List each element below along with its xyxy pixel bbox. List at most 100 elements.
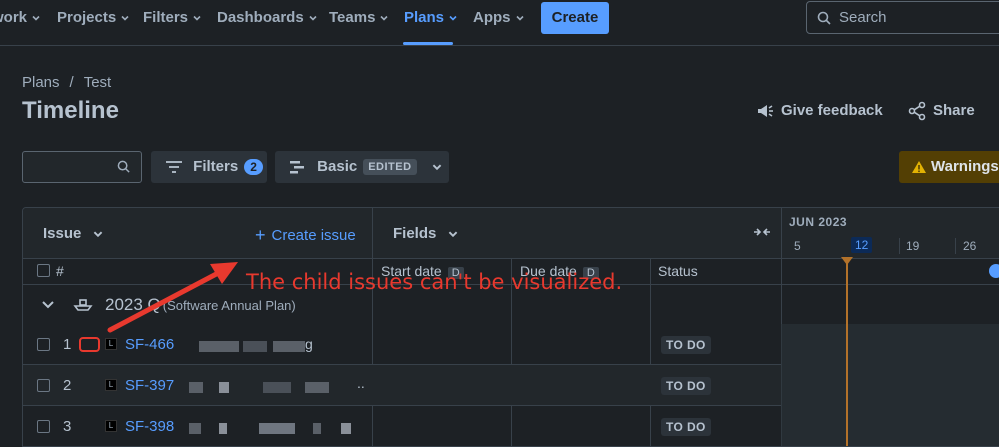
annotation-text: The child issues can't be visualized.: [246, 270, 623, 294]
redacted-summary: [199, 341, 239, 352]
breadcrumb-plans[interactable]: Plans: [22, 74, 60, 91]
timeline-day-label: 19: [906, 239, 920, 253]
issue-type-icon: L: [105, 338, 117, 350]
timeline-grid: Issue + Create issue Fields JUN 2023 5 12…: [22, 207, 999, 447]
tick-divider: [955, 238, 956, 254]
nav-item-teams[interactable]: Teams: [329, 0, 389, 36]
annotation-highlight-box: [79, 337, 100, 352]
warning-icon: [912, 161, 926, 174]
status-header: Status: [658, 263, 698, 279]
today-marker-arrow: [841, 257, 853, 265]
timeline-day-label: 26: [963, 239, 977, 253]
redacted-summary: [259, 423, 295, 434]
group-title[interactable]: 2023 Q (Software Annual Plan): [105, 295, 296, 315]
chevron-down-icon: [448, 231, 457, 238]
top-navigation: work Projects Filters Dashboards Teams P…: [0, 0, 999, 46]
chevron-down-icon: [193, 15, 201, 21]
redacted-summary: [341, 423, 351, 434]
issue-key-link[interactable]: SF-398: [125, 418, 174, 435]
active-tab-indicator: [403, 42, 453, 45]
page-title: Timeline: [22, 97, 119, 124]
today-marker-line: [846, 259, 848, 446]
row-number: 2: [63, 377, 72, 394]
chevron-down-icon: [32, 15, 40, 21]
chevron-down-icon[interactable]: [41, 299, 55, 311]
issue-key-link[interactable]: SF-466: [125, 336, 174, 353]
initiative-icon: [73, 299, 93, 311]
timeline-today-label: 12: [851, 237, 873, 253]
chevron-down-icon: [380, 15, 388, 21]
search-icon: [117, 160, 130, 173]
milestone-dot[interactable]: [989, 264, 999, 278]
issue-type-icon: L: [105, 420, 117, 432]
row-checkbox[interactable]: [37, 338, 50, 351]
nav-item-your-work[interactable]: work: [0, 0, 41, 36]
view-settings-button[interactable]: Basic EDITED: [275, 151, 449, 183]
summary-tail: ..: [357, 375, 365, 391]
redacted-summary: [313, 423, 321, 434]
chevron-down-icon: [432, 164, 441, 171]
table-row[interactable]: 2 L SF-397 .. TO DO: [23, 365, 781, 405]
table-row[interactable]: 1 L SF-466 g TO DO: [23, 324, 781, 364]
fields-column-header[interactable]: Fields: [393, 225, 459, 242]
row-number: 3: [63, 418, 72, 435]
breadcrumb-test[interactable]: Test: [84, 74, 112, 91]
create-issue-button[interactable]: + Create issue: [255, 225, 356, 246]
redacted-summary: [189, 382, 203, 393]
nav-item-apps[interactable]: Apps: [473, 0, 525, 36]
timeline-day-label: 5: [794, 239, 801, 253]
nav-item-filters[interactable]: Filters: [143, 0, 202, 36]
breadcrumb: Plans / Test: [22, 74, 121, 91]
chevron-down-icon: [93, 231, 102, 238]
filters-button[interactable]: Filters 2: [151, 151, 267, 183]
row-checkbox[interactable]: [37, 420, 50, 433]
nav-item-dashboards[interactable]: Dashboards: [217, 0, 318, 36]
edited-badge: EDITED: [363, 159, 417, 176]
share-button[interactable]: Share: [907, 99, 975, 123]
megaphone-icon: [758, 105, 773, 118]
filters-count-badge: 2: [244, 159, 263, 176]
issue-key-link[interactable]: SF-397: [125, 377, 174, 394]
global-search-input[interactable]: Search: [806, 1, 999, 34]
search-icon: [817, 11, 831, 25]
filter-icon: [166, 161, 182, 173]
nav-item-plans[interactable]: Plans: [404, 0, 458, 36]
table-row[interactable]: 3 L SF-398 TO DO: [23, 406, 781, 446]
number-column-header: #: [56, 263, 64, 279]
status-lozenge[interactable]: TO DO: [661, 377, 711, 395]
timeline-bar-area: [781, 324, 999, 446]
plus-icon: +: [255, 225, 266, 245]
view-settings-icon: [290, 161, 304, 174]
redacted-summary: [263, 382, 291, 393]
search-placeholder: Search: [839, 9, 887, 26]
timeline-month-label: JUN 2023: [789, 215, 848, 229]
redacted-summary: [273, 341, 305, 352]
redacted-summary: [219, 382, 229, 393]
chevron-down-icon: [121, 15, 129, 21]
chevron-down-icon: [515, 15, 524, 21]
chevron-down-icon: [309, 15, 317, 21]
status-lozenge[interactable]: TO DO: [661, 418, 711, 436]
share-icon: [908, 101, 926, 121]
issue-column-header[interactable]: Issue: [43, 225, 104, 242]
nav-item-projects[interactable]: Projects: [57, 0, 130, 36]
summary-tail: g: [305, 336, 313, 352]
group-subtitle: (Software Annual Plan): [162, 298, 296, 313]
warnings-button[interactable]: Warnings: [899, 151, 999, 183]
redacted-summary: [219, 423, 227, 434]
tick-divider: [899, 238, 900, 254]
chevron-down-icon: [449, 15, 457, 21]
redacted-summary: [189, 423, 201, 434]
redacted-summary: [305, 382, 329, 393]
give-feedback-button[interactable]: Give feedback: [755, 99, 883, 123]
status-lozenge[interactable]: TO DO: [661, 336, 711, 354]
plan-search-input[interactable]: [22, 151, 142, 183]
row-checkbox[interactable]: [37, 379, 50, 392]
collapse-fields-icon[interactable]: [753, 225, 771, 239]
row-number: 1: [63, 336, 72, 353]
create-button[interactable]: Create: [541, 2, 609, 34]
select-all-checkbox[interactable]: [37, 264, 50, 277]
redacted-summary: [243, 341, 267, 352]
issue-type-icon: L: [105, 379, 117, 391]
breadcrumb-separator: /: [69, 74, 74, 91]
